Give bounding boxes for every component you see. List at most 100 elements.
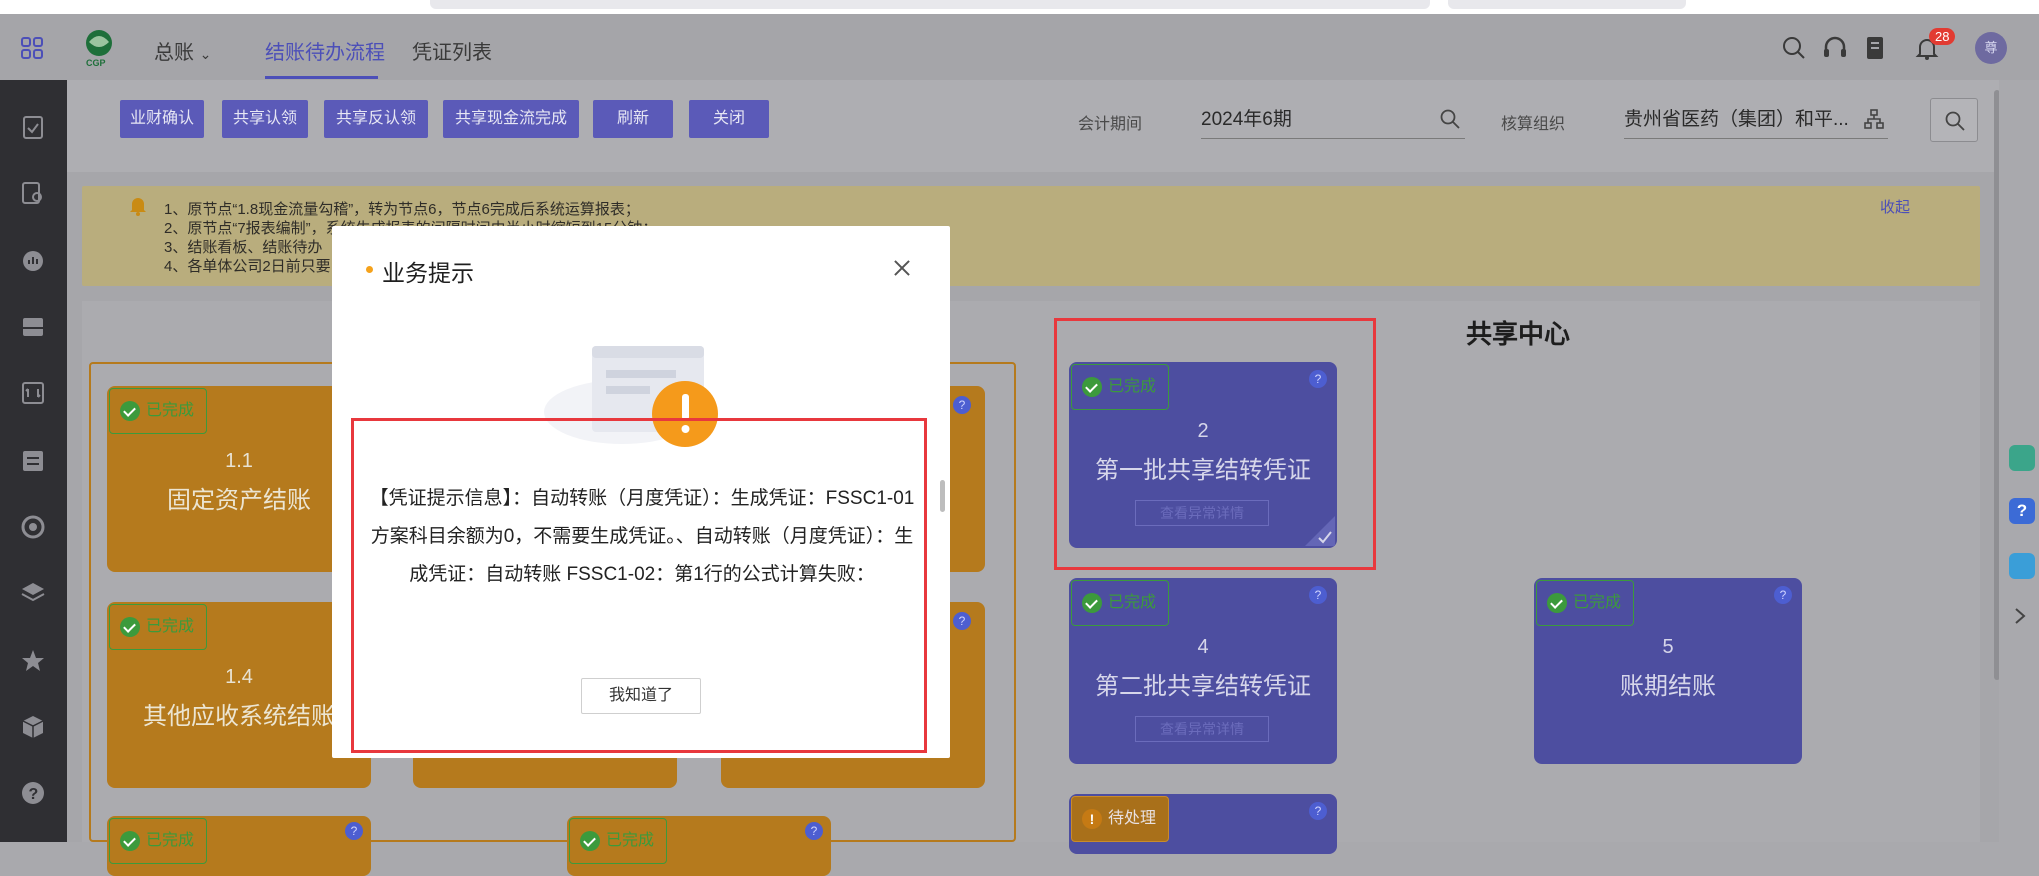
search-icon[interactable] xyxy=(1439,108,1461,130)
ledger-menu[interactable]: 总账 ⌄ xyxy=(154,36,211,65)
task-card[interactable]: 已完成 ? xyxy=(107,816,371,876)
help-icon[interactable]: ? xyxy=(2009,498,2035,524)
status-tag: 已完成 xyxy=(1071,580,1170,626)
status-label: 已完成 xyxy=(606,832,655,849)
shared-cashflow-complete-button[interactable]: 共享现金流完成 xyxy=(443,100,579,138)
close-button[interactable]: 关闭 xyxy=(689,100,769,138)
clipboard-check-icon[interactable] xyxy=(20,114,46,140)
tab-voucher-list[interactable]: 凭证列表 xyxy=(412,36,492,65)
status-tag: 已完成 xyxy=(569,818,668,864)
ledger-label: 总账 xyxy=(154,42,194,64)
shared-center-title: 共享中心 xyxy=(1466,319,1571,349)
status-label: 已完成 xyxy=(1108,594,1157,611)
close-icon[interactable] xyxy=(890,256,914,280)
bell-icon xyxy=(130,198,146,216)
notice-line: 1、原节点“1.8现金流量勾稽”，转为节点6，节点6完成后系统运算报表； xyxy=(164,201,640,218)
status-label: 已完成 xyxy=(146,618,195,635)
period-underline xyxy=(1201,138,1465,139)
warning-icon: ! xyxy=(1082,809,1102,829)
star-icon[interactable] xyxy=(20,648,46,674)
help-icon[interactable]: ? xyxy=(953,612,971,630)
help-icon[interactable]: ? xyxy=(805,822,823,840)
right-rail: ? xyxy=(1999,80,2039,842)
help-icon[interactable]: ? xyxy=(20,780,46,806)
sidebar: ? xyxy=(0,80,67,842)
notice-line: 3、结账看板、结账待办 xyxy=(164,239,323,256)
top-bar-fragment xyxy=(430,0,1430,9)
layers-icon[interactable] xyxy=(20,580,46,606)
help-icon[interactable]: ? xyxy=(953,396,971,414)
top-bar-fragment xyxy=(1448,0,1686,9)
task-card[interactable]: ! 待处理 ? xyxy=(1069,794,1337,854)
chevron-down-icon: ⌄ xyxy=(199,46,212,62)
check-circle-icon xyxy=(120,617,140,637)
highlight-box xyxy=(1054,318,1376,570)
check-circle-icon xyxy=(580,831,600,851)
status-label: 已完成 xyxy=(146,832,195,849)
toolbar: 业财确认 共享认领 共享反认领 共享现金流完成 刷新 关闭 会计期间 2024年… xyxy=(67,80,1999,172)
task-card-5[interactable]: 已完成 ? 5 账期结账 xyxy=(1534,578,1802,764)
card-number: 4 xyxy=(1197,636,1209,658)
status-tag: 已完成 xyxy=(109,604,208,650)
location-icon[interactable] xyxy=(2009,445,2035,471)
refresh-button[interactable]: 刷新 xyxy=(593,100,673,138)
status-label: 待处理 xyxy=(1108,810,1157,827)
chart-circle-icon[interactable] xyxy=(20,248,46,274)
task-card-4[interactable]: 已完成 ? 4 第二批共享结转凭证 查看异常详情 xyxy=(1069,578,1337,764)
org-underline xyxy=(1624,138,1888,139)
shared-unclaim-button[interactable]: 共享反认领 xyxy=(324,100,428,138)
cgp-logo: CGP xyxy=(86,30,112,68)
check-circle-icon xyxy=(120,831,140,851)
title-dot xyxy=(366,266,373,273)
search-icon xyxy=(1945,111,1965,131)
task-card[interactable]: 已完成 ? xyxy=(567,816,831,876)
document-search-icon[interactable] xyxy=(20,180,46,206)
help-icon[interactable]: ? xyxy=(1774,586,1792,604)
search-icon[interactable] xyxy=(1780,34,1808,62)
status-tag: ! 待处理 xyxy=(1071,796,1170,842)
app-header: CGP 总账 ⌄ 结账待办流程 凭证列表 28 尊 xyxy=(0,14,2039,80)
card-title: 第二批共享结转凭证 xyxy=(1095,673,1311,700)
status-tag: 已完成 xyxy=(109,388,208,434)
cube-icon[interactable] xyxy=(20,714,46,740)
period-label: 会计期间 xyxy=(1078,116,1143,133)
status-tag: 已完成 xyxy=(1536,580,1635,626)
finance-confirm-button[interactable]: 业财确认 xyxy=(120,100,204,138)
target-icon[interactable] xyxy=(20,514,46,540)
headset-icon[interactable] xyxy=(1821,34,1849,62)
org-tree-icon[interactable] xyxy=(1863,108,1885,130)
org-field[interactable]: 贵州省医药（集团）和平... xyxy=(1624,104,1849,131)
help-icon[interactable]: ? xyxy=(345,822,363,840)
help-icon[interactable]: ? xyxy=(1309,802,1327,820)
highlight-box xyxy=(351,418,927,753)
active-tab-indicator xyxy=(265,76,378,79)
search-button[interactable] xyxy=(1930,98,1978,142)
status-tag: 已完成 xyxy=(109,818,208,864)
svg-text:CGP: CGP xyxy=(86,58,106,68)
period-field[interactable]: 2024年6期 xyxy=(1201,104,1292,131)
svg-text:?: ? xyxy=(29,786,39,803)
chevron-right-icon[interactable] xyxy=(2013,606,2027,626)
tab-closing-todo[interactable]: 结账待办流程 xyxy=(265,36,385,65)
notice-line: 4、各单体公司2日前只要 xyxy=(164,258,331,275)
cloud-icon[interactable] xyxy=(2009,553,2035,579)
org-label: 核算组织 xyxy=(1501,116,1566,133)
status-label: 已完成 xyxy=(146,402,195,419)
avatar[interactable]: 尊 xyxy=(1975,32,2007,64)
card-number: 5 xyxy=(1662,636,1674,658)
browser-top-strip xyxy=(0,0,2039,14)
check-circle-icon xyxy=(120,401,140,421)
help-icon[interactable]: ? xyxy=(1309,586,1327,604)
notification-badge: 28 xyxy=(1929,28,1956,45)
check-circle-icon xyxy=(1547,593,1567,613)
view-exception-link[interactable]: 查看异常详情 xyxy=(1135,716,1269,742)
dialog-scrollbar[interactable] xyxy=(940,480,945,512)
shared-claim-button[interactable]: 共享认领 xyxy=(222,100,308,138)
list-box-icon[interactable] xyxy=(20,448,46,474)
transfer-icon[interactable] xyxy=(20,380,46,406)
document-icon[interactable] xyxy=(1862,34,1890,62)
dialog-title: 业务提示 xyxy=(382,260,474,286)
inbox-icon[interactable] xyxy=(20,314,46,340)
app-grid-icon[interactable] xyxy=(20,36,44,60)
collapse-link[interactable]: 收起 xyxy=(1880,196,1910,217)
